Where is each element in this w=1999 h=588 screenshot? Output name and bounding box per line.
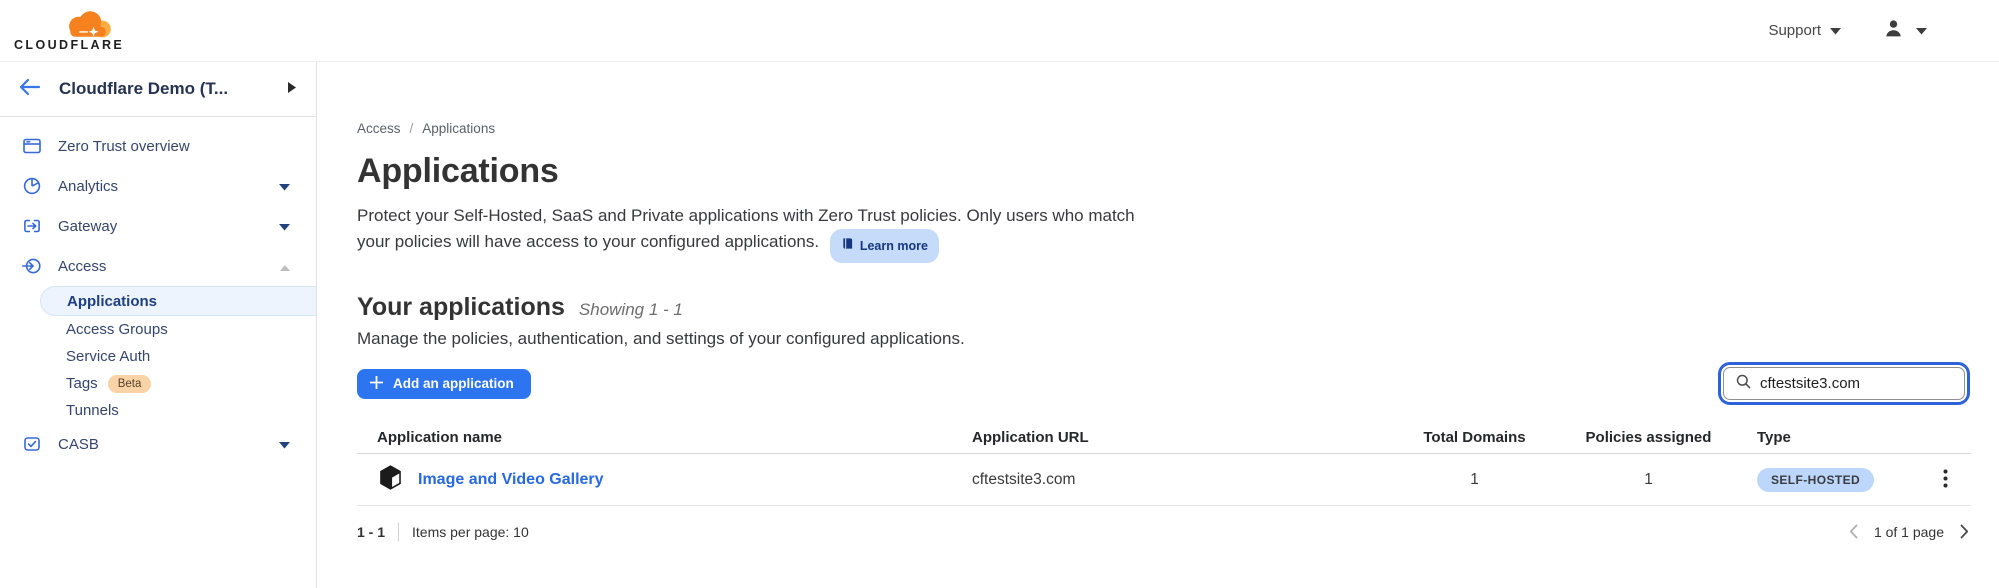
sidebar: Cloudflare Demo (T... Zero Trust overvie…: [0, 62, 317, 588]
column-application-url: Application URL: [942, 429, 1372, 446]
row-menu-button[interactable]: [1935, 465, 1956, 495]
browser-window-icon: [22, 136, 42, 156]
sidebar-subitem-label: Tags: [66, 375, 98, 392]
caret-down-icon: [279, 436, 290, 453]
cloudflare-logo[interactable]: CLOUDFLARE: [14, 9, 124, 52]
sidebar-item-gateway[interactable]: Gateway: [0, 206, 316, 246]
gateway-icon: [22, 216, 42, 236]
caret-down-icon: [1916, 22, 1927, 40]
application-name-link[interactable]: Image and Video Gallery: [418, 471, 604, 489]
column-total-domains: Total Domains: [1372, 429, 1577, 446]
beta-badge: Beta: [108, 375, 152, 393]
page-description: Protect your Self-Hosted, SaaS and Priva…: [357, 203, 1157, 263]
column-application-name: Application name: [357, 429, 942, 446]
top-header: CLOUDFLARE Support: [0, 0, 1999, 62]
sidebar-item-label: Gateway: [58, 218, 279, 235]
checked-box-icon: [22, 434, 42, 454]
search-icon: [1736, 374, 1751, 394]
caret-down-icon: [1830, 22, 1841, 39]
sidebar-item-label: Zero Trust overview: [58, 138, 290, 155]
footer-divider: [398, 523, 399, 541]
sidebar-item-zero-trust-overview[interactable]: Zero Trust overview: [0, 126, 316, 166]
showing-count: Showing 1 - 1: [579, 300, 683, 320]
sidebar-nav: Zero Trust overview Analytics: [0, 117, 316, 464]
add-application-label: Add an application: [393, 376, 514, 391]
cloudflare-wordmark: CLOUDFLARE: [14, 38, 124, 52]
breadcrumb-separator: /: [410, 121, 414, 136]
column-type: Type: [1720, 429, 1920, 446]
search-box: [1723, 367, 1965, 400]
section-subtitle: Manage the policies, authentication, and…: [357, 329, 1971, 349]
sidebar-item-service-auth[interactable]: Service Auth: [0, 343, 316, 370]
next-page-button[interactable]: [1958, 522, 1971, 541]
account-switcher[interactable]: Cloudflare Demo (T...: [0, 62, 316, 117]
book-icon: [841, 233, 854, 259]
learn-more-label: Learn more: [860, 233, 928, 259]
pie-chart-icon: [22, 176, 42, 196]
caret-down-icon: [279, 218, 290, 235]
sidebar-item-access-groups[interactable]: Access Groups: [0, 316, 316, 343]
caret-up-icon: [280, 258, 290, 275]
sidebar-subitem-label: Applications: [67, 293, 157, 310]
support-menu-button[interactable]: Support: [1768, 22, 1841, 39]
total-domains-cell: 1: [1372, 471, 1577, 489]
support-label: Support: [1768, 22, 1821, 39]
sidebar-item-casb[interactable]: CASB: [0, 424, 316, 464]
column-policies-assigned: Policies assigned: [1577, 429, 1720, 446]
arrow-left-icon[interactable]: [18, 78, 41, 101]
account-name: Cloudflare Demo (T...: [59, 79, 288, 99]
sidebar-item-label: CASB: [58, 436, 279, 453]
table-row: Image and Video Gallery cftestsite3.com …: [357, 454, 1971, 506]
cloudflare-cloud-icon: [14, 9, 116, 39]
table-header-row: Application name Application URL Total D…: [357, 422, 1971, 454]
section-header: Your applications Showing 1 - 1: [357, 293, 1971, 322]
search-input[interactable]: [1760, 375, 1954, 392]
page-status: 1 of 1 page: [1874, 524, 1944, 540]
sidebar-subitem-label: Tunnels: [66, 402, 119, 419]
breadcrumb: Access / Applications: [357, 121, 1971, 136]
user-menu-button[interactable]: [1883, 18, 1927, 44]
sidebar-item-tunnels[interactable]: Tunnels: [0, 397, 316, 424]
applications-table: Application name Application URL Total D…: [357, 422, 1971, 541]
sidebar-item-label: Analytics: [58, 178, 279, 195]
login-arrow-icon: [22, 256, 42, 276]
policies-assigned-cell: 1: [1577, 471, 1720, 489]
cube-icon: [377, 463, 404, 497]
sidebar-item-applications[interactable]: Applications: [40, 286, 316, 316]
triangle-right-icon[interactable]: [288, 80, 296, 98]
sidebar-item-analytics[interactable]: Analytics: [0, 166, 316, 206]
table-footer: 1 - 1 Items per page: 10 1 of 1 page: [357, 522, 1971, 541]
caret-down-icon: [279, 178, 290, 195]
row-range: 1 - 1: [357, 524, 385, 540]
sidebar-item-access[interactable]: Access: [0, 246, 316, 286]
sidebar-subitem-label: Service Auth: [66, 348, 150, 365]
learn-more-link[interactable]: Learn more: [830, 229, 939, 263]
previous-page-button[interactable]: [1847, 522, 1860, 541]
main-content: Access / Applications Applications Prote…: [317, 62, 1999, 588]
list-controls: Add an application: [357, 367, 1971, 400]
add-application-button[interactable]: Add an application: [357, 369, 531, 399]
type-badge: SELF-HOSTED: [1757, 468, 1874, 492]
breadcrumb-current: Applications: [422, 121, 495, 136]
plus-icon: [370, 376, 383, 392]
sidebar-item-tags[interactable]: Tags Beta: [0, 370, 316, 397]
page-title: Applications: [357, 152, 1971, 191]
items-per-page: Items per page: 10: [412, 524, 529, 540]
section-title: Your applications: [357, 293, 565, 322]
access-subnav: Applications Access Groups Service Auth …: [0, 286, 316, 424]
page-description-text: Protect your Self-Hosted, SaaS and Priva…: [357, 206, 1135, 251]
sidebar-item-label: Access: [58, 258, 280, 275]
breadcrumb-access[interactable]: Access: [357, 121, 401, 136]
sidebar-subitem-label: Access Groups: [66, 321, 168, 338]
user-icon: [1883, 18, 1904, 44]
application-url-cell: cftestsite3.com: [942, 471, 1372, 489]
